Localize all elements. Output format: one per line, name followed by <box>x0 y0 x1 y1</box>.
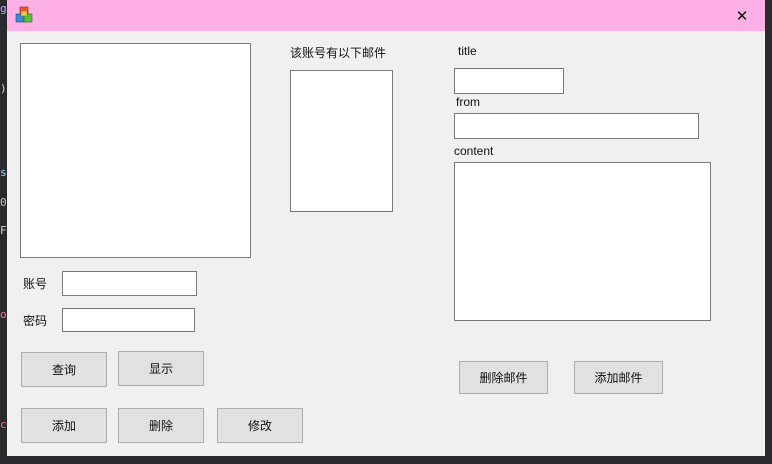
delete-mail-button[interactable]: 删除邮件 <box>459 361 548 394</box>
content-label: content <box>454 144 494 158</box>
modify-button[interactable]: 修改 <box>217 408 303 443</box>
mail-list-header: 该账号有以下邮件 <box>290 46 387 60</box>
account-list-box[interactable] <box>20 43 251 258</box>
add-button[interactable]: 添加 <box>21 408 107 443</box>
show-button[interactable]: 显示 <box>118 351 204 386</box>
title-label: title <box>458 44 477 58</box>
content-textarea[interactable] <box>454 162 711 321</box>
close-button[interactable]: ✕ <box>719 0 765 31</box>
query-button[interactable]: 查询 <box>21 352 107 387</box>
account-input[interactable] <box>62 271 197 296</box>
mail-list-box[interactable] <box>290 70 393 212</box>
from-input[interactable] <box>454 113 699 139</box>
password-label: 密码 <box>23 314 48 328</box>
close-icon: ✕ <box>735 7 749 25</box>
title-input[interactable] <box>454 68 564 94</box>
add-mail-button[interactable]: 添加邮件 <box>574 361 663 394</box>
app-window: ✕ 该账号有以下邮件 账号 密码 查询 显示 添加 删除 修改 title fr… <box>7 0 765 456</box>
title-bar[interactable]: ✕ <box>7 0 765 31</box>
app-icon <box>15 6 33 23</box>
password-input[interactable] <box>62 308 195 332</box>
delete-button[interactable]: 删除 <box>118 408 204 443</box>
from-label: from <box>456 95 480 109</box>
account-label: 账号 <box>23 277 48 291</box>
